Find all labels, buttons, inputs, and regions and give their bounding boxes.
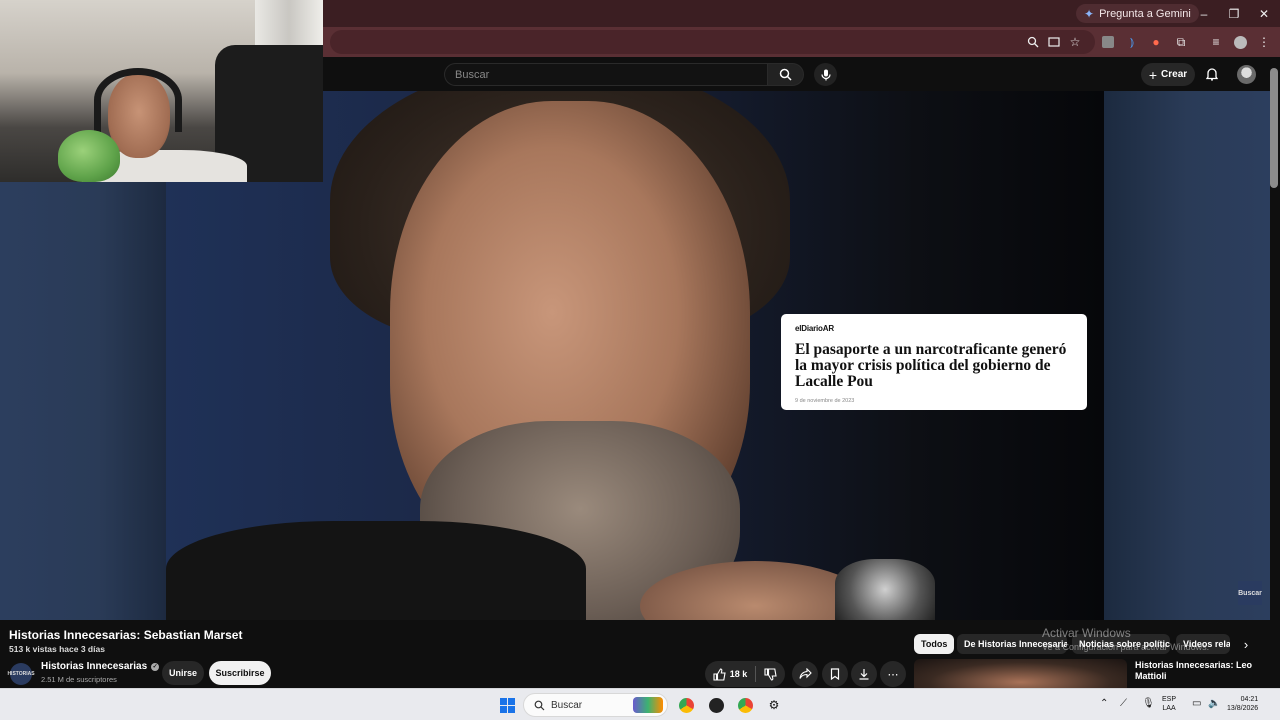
close-button[interactable]: ✕ <box>1252 4 1276 23</box>
verified-icon: ✓ <box>151 662 160 671</box>
clock-time: 04:21 <box>1240 696 1259 703</box>
search-input[interactable]: Buscar <box>444 63 767 86</box>
address-bar[interactable] <box>330 30 1095 54</box>
audio-extension-icon[interactable]: ⦆ <box>1122 32 1142 52</box>
thumbs-up-icon <box>713 667 726 681</box>
clock-date: 13/8/2026 <box>1227 705 1259 712</box>
download-icon <box>859 669 869 680</box>
settings-gear-icon[interactable]: ⚙ <box>764 695 784 715</box>
extension-fire-icon[interactable]: ● <box>1146 32 1166 52</box>
language-bottom: LAA <box>1162 705 1176 712</box>
news-headline: El pasaporte a un narcotraficante generó… <box>795 341 1067 390</box>
join-button[interactable]: Unirse <box>162 661 204 685</box>
dislike-button[interactable] <box>756 661 785 687</box>
minimize-button[interactable]: – <box>1192 4 1216 23</box>
account-avatar[interactable] <box>1237 65 1256 84</box>
channel-name-text: Historias Innecesarias <box>41 661 148 672</box>
search-icon <box>779 68 792 81</box>
like-button[interactable]: 18 k <box>705 661 755 687</box>
windows-taskbar: Buscar ⚙ ⌃ ⟋ 🎙 ESP LAA ▭ 🔈 04:21 13/8/20… <box>0 688 1280 720</box>
video-microphone <box>835 559 935 620</box>
gemini-label: Pregunta a Gemini <box>1099 7 1191 20</box>
chrome-taskbar-icon[interactable] <box>676 695 696 715</box>
tray-overflow-icon[interactable]: ⌃ <box>1100 698 1108 709</box>
bell-icon <box>1206 68 1218 81</box>
language-indicator[interactable]: ESP LAA <box>1162 695 1176 713</box>
volume-icon[interactable]: 🔈 <box>1208 698 1220 709</box>
windows-start-icon[interactable] <box>497 695 517 715</box>
recommended-title[interactable]: Historias Innecesarias: Leo Mattioli <box>1135 660 1270 682</box>
channel-name[interactable]: Historias Innecesarias ✓ <box>41 661 160 672</box>
microphone-icon <box>820 69 831 80</box>
more-actions-button[interactable]: ⋯ <box>880 661 906 687</box>
chips-next-button[interactable]: › <box>1238 634 1254 654</box>
taskbar-clock[interactable]: 04:21 13/8/2026 <box>1227 695 1258 713</box>
channel-avatar[interactable]: HISTORIAS <box>7 663 35 685</box>
voice-search-button[interactable] <box>814 63 837 86</box>
thumbs-down-icon <box>764 667 777 681</box>
webcam-parrot <box>58 130 120 182</box>
taskbar-search-label: Buscar <box>551 699 583 711</box>
taskbar-search[interactable]: Buscar <box>523 693 668 717</box>
share-icon <box>798 668 812 679</box>
video-title: Historias Innecesarias: Sebastian Marset <box>9 628 243 642</box>
windows-activation-subtitle: Ve a Configuración para activar Windows. <box>1042 642 1210 652</box>
create-button[interactable]: + Crear <box>1141 63 1195 86</box>
like-dislike-bar: 18 k <box>705 661 785 687</box>
news-card: elDiarioAR El pasaporte a un narcotrafic… <box>781 314 1087 410</box>
page-scrollbar[interactable] <box>1270 68 1278 188</box>
news-source-logo: elDiarioAR <box>795 324 834 333</box>
extension-icon[interactable] <box>1098 32 1118 52</box>
taskbar-search-icon <box>534 700 545 710</box>
zoom-icon[interactable] <box>1023 32 1043 52</box>
gemini-icon: ✦ <box>1084 6 1095 21</box>
obs-taskbar-icon[interactable] <box>706 695 726 715</box>
bookmark-star-icon[interactable]: ☆ <box>1065 32 1085 52</box>
download-button[interactable] <box>851 661 877 687</box>
cast-icon[interactable] <box>1044 32 1064 52</box>
share-button[interactable] <box>792 661 818 687</box>
profile-icon[interactable] <box>1230 32 1250 52</box>
save-button[interactable] <box>822 661 848 687</box>
video-subject-suit <box>166 521 586 620</box>
subscriber-count: 2.51 M de suscriptores <box>41 675 117 684</box>
video-meta: 513 k vistas hace 3 días <box>9 644 105 654</box>
language-top: ESP <box>1162 696 1177 703</box>
plus-icon: + <box>1148 66 1158 83</box>
restore-button[interactable]: ❐ <box>1222 4 1246 23</box>
channel-watermark[interactable]: Buscar <box>1238 581 1262 605</box>
menu-icon[interactable]: ⋮ <box>1254 32 1274 52</box>
bookmark-icon <box>830 668 840 680</box>
network-icon[interactable]: ▭ <box>1192 698 1201 709</box>
pen-icon[interactable]: ⟋ <box>1120 698 1127 709</box>
search-highlight-art <box>633 697 663 713</box>
like-count: 18 k <box>729 669 748 679</box>
more-icon: ⋯ <box>887 668 899 681</box>
gemini-button[interactable]: ✦ Pregunta a Gemini <box>1076 4 1199 23</box>
notifications-button[interactable] <box>1203 64 1221 84</box>
windows-activation-title: Activar Windows <box>1042 626 1131 640</box>
extensions-puzzle-icon[interactable]: ⧉ <box>1171 32 1191 52</box>
subscribe-button[interactable]: Suscribirse <box>209 661 271 685</box>
chip-todos[interactable]: Todos <box>914 634 955 654</box>
webcam-overlay <box>0 0 323 182</box>
chrome-profile-taskbar-icon[interactable] <box>735 695 755 715</box>
video-blur-right <box>1104 91 1270 620</box>
recommended-thumbnail[interactable] <box>914 659 1127 688</box>
news-date: 9 de noviembre de 2023 <box>795 398 855 404</box>
webcam-headphones <box>94 68 182 132</box>
tab-search-icon[interactable]: ≡ <box>1206 32 1226 52</box>
tray-microphone-icon[interactable]: 🎙 <box>1142 698 1155 709</box>
search-button[interactable] <box>767 63 804 86</box>
create-label: Crear <box>1161 69 1188 80</box>
